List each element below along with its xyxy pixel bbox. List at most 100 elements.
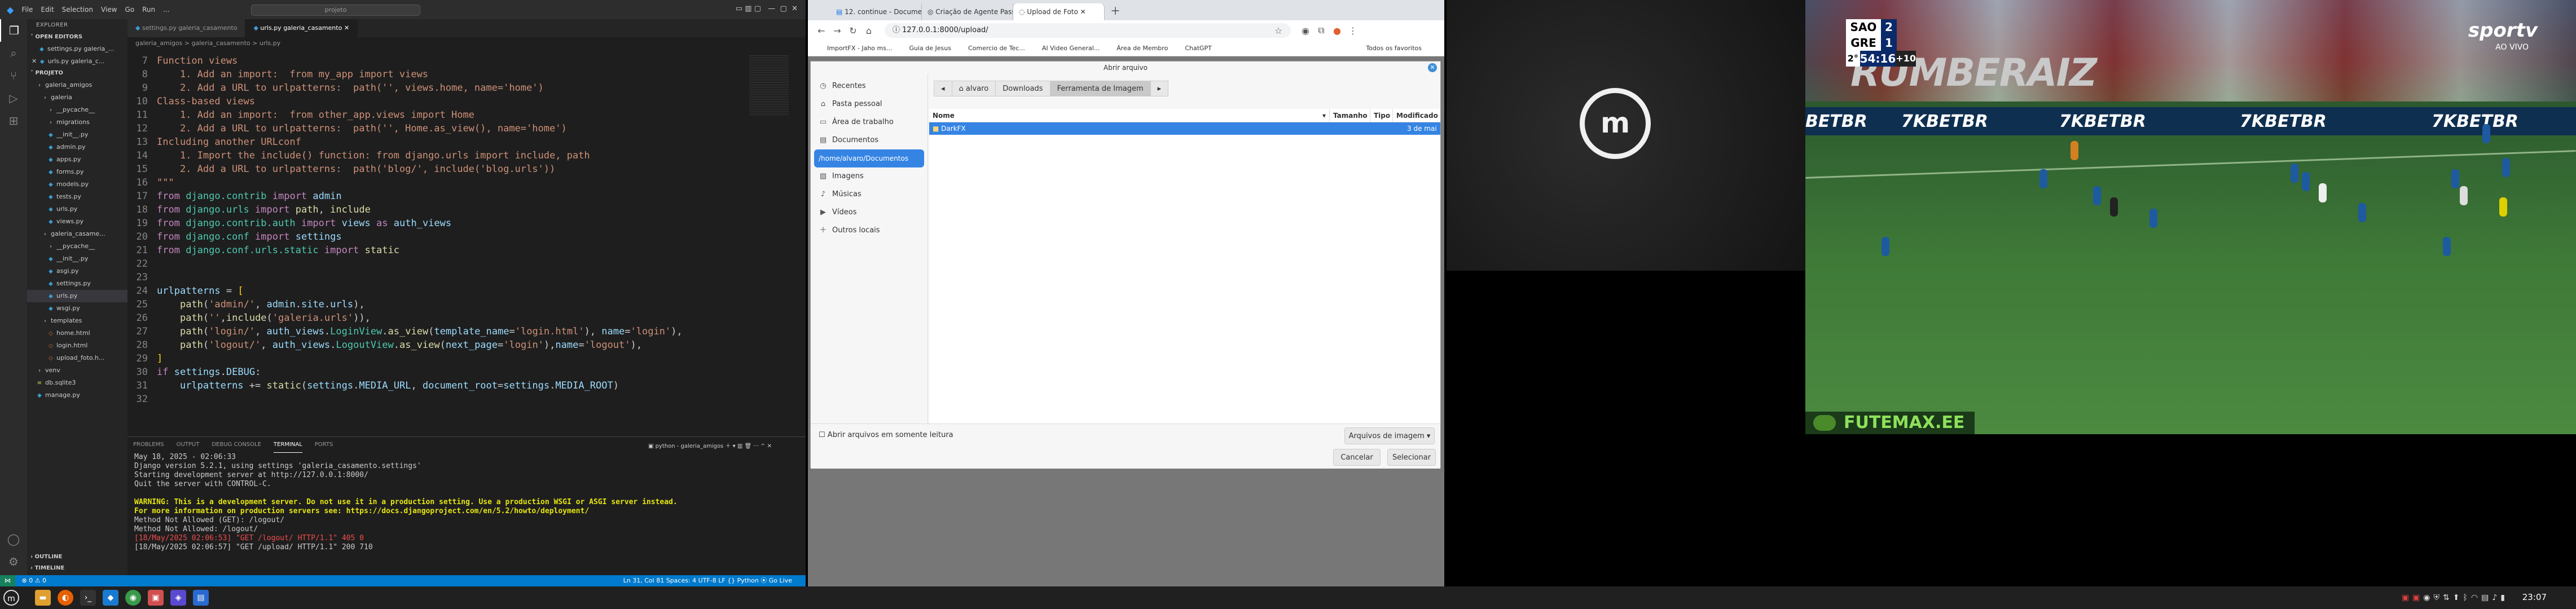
chrome-icon[interactable]: ◉ — [125, 590, 141, 606]
bookmark-item[interactable]: Comercio de Tec... — [968, 45, 1025, 52]
terminal-selector[interactable]: ▣ python - galeria_amigos ＋ ▾ ▥ 🗑 ··· ^ … — [648, 441, 772, 449]
settings-gear-icon[interactable]: ⚙ — [0, 550, 27, 573]
forward-icon[interactable]: → — [829, 25, 845, 36]
update-icon[interactable]: ⬆ — [2453, 593, 2463, 602]
menu-view[interactable]: View — [101, 6, 117, 14]
notifications-icon[interactable]: ▤ — [2481, 593, 2492, 602]
explorer-icon[interactable]: ❐ — [0, 19, 27, 42]
battery-icon[interactable]: ▮ — [2500, 593, 2508, 602]
vscode-icon[interactable]: ◆ — [103, 590, 118, 606]
bookmark-star-icon[interactable]: ☆ — [1271, 25, 1286, 36]
close-icon[interactable]: ✕ — [32, 58, 39, 65]
tree-folder[interactable]: › galeria_amigos — [27, 79, 128, 91]
tab-urls-py[interactable]: ◆ urls.py galeria_casamento ✕ — [245, 19, 358, 37]
tree-file[interactable]: ◆ admin.py — [27, 141, 128, 153]
menu-file[interactable]: File — [21, 6, 33, 14]
tree-file[interactable]: ◆ urls.py — [27, 203, 128, 215]
tab-problems[interactable]: PROBLEMS — [133, 437, 164, 453]
bookmark-item[interactable]: AI Video General... — [1042, 45, 1100, 52]
bookmark-item[interactable]: ImportFX - Jaho ms... — [827, 45, 892, 52]
tree-file[interactable]: ◇ home.html — [27, 327, 128, 339]
project-header[interactable]: ˅ PROJETO — [27, 68, 128, 79]
path-back-arrow[interactable]: ◂ — [934, 81, 952, 96]
readonly-checkbox[interactable]: ☐ Abrir arquivos em somente leitura — [819, 431, 953, 439]
tree-file[interactable]: ◆ wsgi.py — [27, 302, 128, 315]
tree-file[interactable]: ◆ forms.py — [27, 166, 128, 178]
tree-file[interactable]: ◆ tests.py — [27, 191, 128, 203]
volume-icon[interactable]: ♪ — [2492, 593, 2500, 602]
tree-file[interactable]: ◆ __init__.py — [27, 253, 128, 265]
address-bar[interactable]: ⓘ 127.0.0.1:8000/upload/ — [885, 23, 1291, 38]
editor-status[interactable]: Ln 31, Col 81 Spaces: 4 UTF-8 LF {} Pyth… — [623, 575, 792, 586]
minimap[interactable] — [749, 54, 789, 116]
account-icon[interactable]: ◯ — [0, 528, 27, 550]
bookmark-item[interactable]: ChatGPT — [1185, 45, 1212, 52]
terminal-icon[interactable]: ›_ — [80, 590, 96, 606]
browser-tab-active[interactable]: ◌ Upload de Foto ✕ — [1013, 3, 1105, 20]
file-type-filter[interactable]: Arquivos de imagem ▾ — [1344, 427, 1435, 444]
select-button[interactable]: Selecionar — [1387, 449, 1436, 466]
place-documents[interactable]: ▤ Documentos — [811, 131, 927, 149]
tree-file[interactable]: ◇ upload_foto.h... — [27, 352, 128, 364]
tree-folder[interactable]: › __pycache__ — [27, 104, 128, 116]
tree-file[interactable]: ◆ asgi.py — [27, 265, 128, 277]
firefox-icon[interactable]: ◐ — [58, 590, 73, 606]
extensions-icon[interactable]: ⊞ — [0, 109, 27, 132]
new-tab-button[interactable]: ＋ — [1110, 3, 1120, 20]
bookmark-item[interactable]: Área de Membro — [1116, 45, 1168, 52]
tree-folder[interactable]: › migrations — [27, 116, 128, 129]
outline-header[interactable]: › OUTLINE — [27, 551, 128, 563]
timeline-header[interactable]: › TIMELINE — [27, 563, 128, 574]
browser-tab[interactable]: ◎ Criação de Agente Passo a... — [922, 3, 1013, 20]
close-icon[interactable]: ✕ — [1428, 63, 1437, 72]
tree-file[interactable]: ◆ __init__.py — [27, 129, 128, 141]
tree-file[interactable]: ◆ settings.py — [27, 277, 128, 290]
tree-folder[interactable]: › galeria — [27, 91, 128, 104]
window-controls[interactable]: ▭ ▥ ▢ — ▢ ✕ — [736, 5, 798, 13]
menu-edit[interactable]: Edit — [41, 6, 54, 14]
start-menu-icon[interactable]: m — [3, 590, 19, 606]
tree-file[interactable]: ≡ db.sqlite3 — [27, 377, 128, 389]
place-desktop[interactable]: ▭ Área de trabalho — [811, 113, 927, 131]
menu-more[interactable]: ... — [163, 6, 169, 14]
tab-debug-console[interactable]: DEBUG CONSOLE — [212, 437, 261, 453]
chrome-tray-icon[interactable]: ◉ — [2423, 593, 2433, 602]
file-row-selected[interactable]: ■ DarkFX 3 de mai — [929, 122, 1440, 135]
tree-folder[interactable]: › __pycache__ — [27, 240, 128, 253]
app-icon[interactable]: ◈ — [170, 590, 186, 606]
search-icon[interactable]: ⌕ — [0, 42, 27, 64]
profile-avatar[interactable]: ● — [1329, 25, 1345, 36]
football-video-player[interactable]: RUMBERAIZ BETBR 7KBETBR 7KBETBR 7KBETBR … — [1805, 0, 2576, 434]
tab-terminal[interactable]: TERMINAL — [273, 437, 302, 453]
menu-selection[interactable]: Selection — [62, 6, 93, 14]
tree-file[interactable]: ◆ urls.py — [27, 290, 128, 302]
app-icon[interactable]: ▣ — [148, 590, 164, 606]
breadcrumb[interactable]: galeria_amigos > galeria_casamento > url… — [128, 37, 806, 50]
open-editor-item[interactable]: ◆ settings.py galeria_... — [27, 43, 128, 55]
app-icon[interactable]: ▤ — [193, 590, 209, 606]
terminal-output[interactable]: May 18, 2025 - 02:06:33 Django version 5.… — [128, 453, 806, 552]
tab-output[interactable]: OUTPUT — [177, 437, 200, 453]
column-name[interactable]: Nome ▾ — [929, 109, 1330, 122]
tab-settings-py[interactable]: ◆ settings.py galeria_casamento — [128, 19, 246, 37]
place-videos[interactable]: ▶ Vídeos — [811, 204, 927, 222]
place-other-locations[interactable]: ＋ Outros locais — [811, 222, 927, 240]
cancel-button[interactable]: Cancelar — [1333, 449, 1381, 466]
tree-file[interactable]: ◇ login.html — [27, 339, 128, 352]
menu-go[interactable]: Go — [125, 6, 134, 14]
files-icon[interactable]: ▬ — [35, 590, 51, 606]
column-modified[interactable]: Modificado — [1393, 109, 1440, 122]
remote-icon[interactable]: ⋈ — [0, 575, 15, 586]
place-recent[interactable]: ◷ Recentes — [811, 77, 927, 95]
tray-app-icon[interactable]: ▣▣ — [2402, 593, 2423, 602]
back-icon[interactable]: ← — [814, 25, 829, 36]
close-tab-icon[interactable]: ✕ — [1080, 8, 1086, 16]
network-icon[interactable]: ⇅ — [2443, 593, 2453, 602]
close-tab-icon[interactable]: ✕ — [344, 24, 349, 32]
reload-icon[interactable]: ↻ — [845, 25, 861, 36]
tree-file[interactable]: ◆ views.py — [27, 215, 128, 228]
bluetooth-icon[interactable]: ᛒ — [2463, 593, 2471, 602]
path-crumb-downloads[interactable]: Downloads — [995, 81, 1050, 96]
problems-status[interactable]: ⊗ 0 ⚠ 0 — [22, 577, 47, 584]
open-editors-header[interactable]: ˅ OPEN EDITORS — [27, 32, 128, 43]
